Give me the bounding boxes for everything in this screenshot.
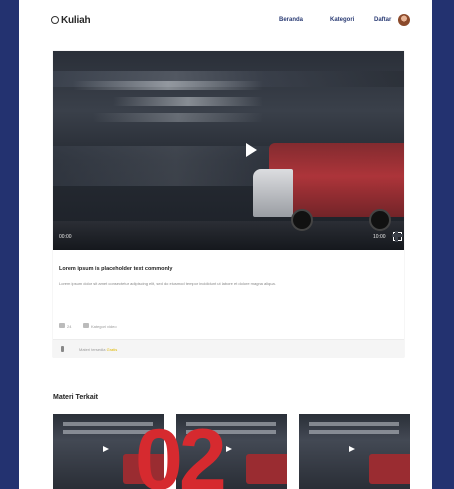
- like-icon[interactable]: [59, 323, 65, 328]
- video-player[interactable]: 00:00 10:00: [53, 51, 404, 250]
- related-video-thumb-3[interactable]: [299, 414, 410, 489]
- nav-kategori[interactable]: Kategori: [330, 17, 354, 23]
- video-frame-decor: [369, 209, 391, 231]
- thumb-decor: [309, 422, 399, 426]
- fullscreen-icon[interactable]: [392, 231, 403, 242]
- category-icon: [83, 323, 89, 328]
- thumb-decor: [369, 454, 410, 484]
- footer-text-main: Materi tersedia: [79, 347, 106, 352]
- page: Kuliah Beranda Kategori Daftar 00:00 10:…: [19, 0, 432, 489]
- avatar[interactable]: [398, 14, 410, 26]
- video-description: Lorem ipsum dolor sit amet consectetur a…: [59, 281, 276, 286]
- play-icon[interactable]: [246, 143, 257, 157]
- play-icon: [103, 446, 109, 452]
- footer-text: Materi tersedia Gratis: [79, 347, 117, 352]
- play-icon: [226, 446, 232, 452]
- logo[interactable]: Kuliah: [51, 15, 91, 26]
- nav-daftar[interactable]: Daftar: [374, 17, 391, 23]
- video-title: Lorem ipsum is placeholder text commonly: [59, 266, 173, 272]
- top-navbar: Kuliah Beranda Kategori Daftar: [19, 0, 432, 44]
- footer-text-highlight: Gratis: [106, 347, 118, 352]
- thumb-decor: [309, 430, 399, 434]
- nav-beranda[interactable]: Beranda: [279, 17, 303, 23]
- video-frame-decor: [113, 97, 263, 106]
- thumb-decor: [246, 454, 287, 484]
- video-frame-decor: [93, 113, 263, 122]
- video-duration: 10:00: [373, 234, 386, 240]
- video-current-time: 00:00: [59, 234, 72, 240]
- logo-icon: [51, 16, 59, 25]
- related-section-title: Materi Terkait: [53, 394, 98, 401]
- video-frame-decor: [73, 81, 263, 90]
- overlay-number: 02: [135, 412, 227, 489]
- video-frame-decor: [291, 209, 313, 231]
- video-card: 00:00 10:00 Lorem ipsum is placeholder t…: [53, 51, 404, 358]
- video-frame-decor: [253, 169, 293, 217]
- video-frame-decor: [53, 221, 404, 250]
- like-count: 24: [67, 324, 72, 329]
- video-footer-bar: Materi tersedia Gratis: [53, 339, 404, 358]
- play-icon: [349, 446, 355, 452]
- logo-text: Kuliah: [61, 15, 91, 26]
- info-icon: [61, 346, 64, 352]
- category-label[interactable]: Kategori video: [91, 324, 117, 329]
